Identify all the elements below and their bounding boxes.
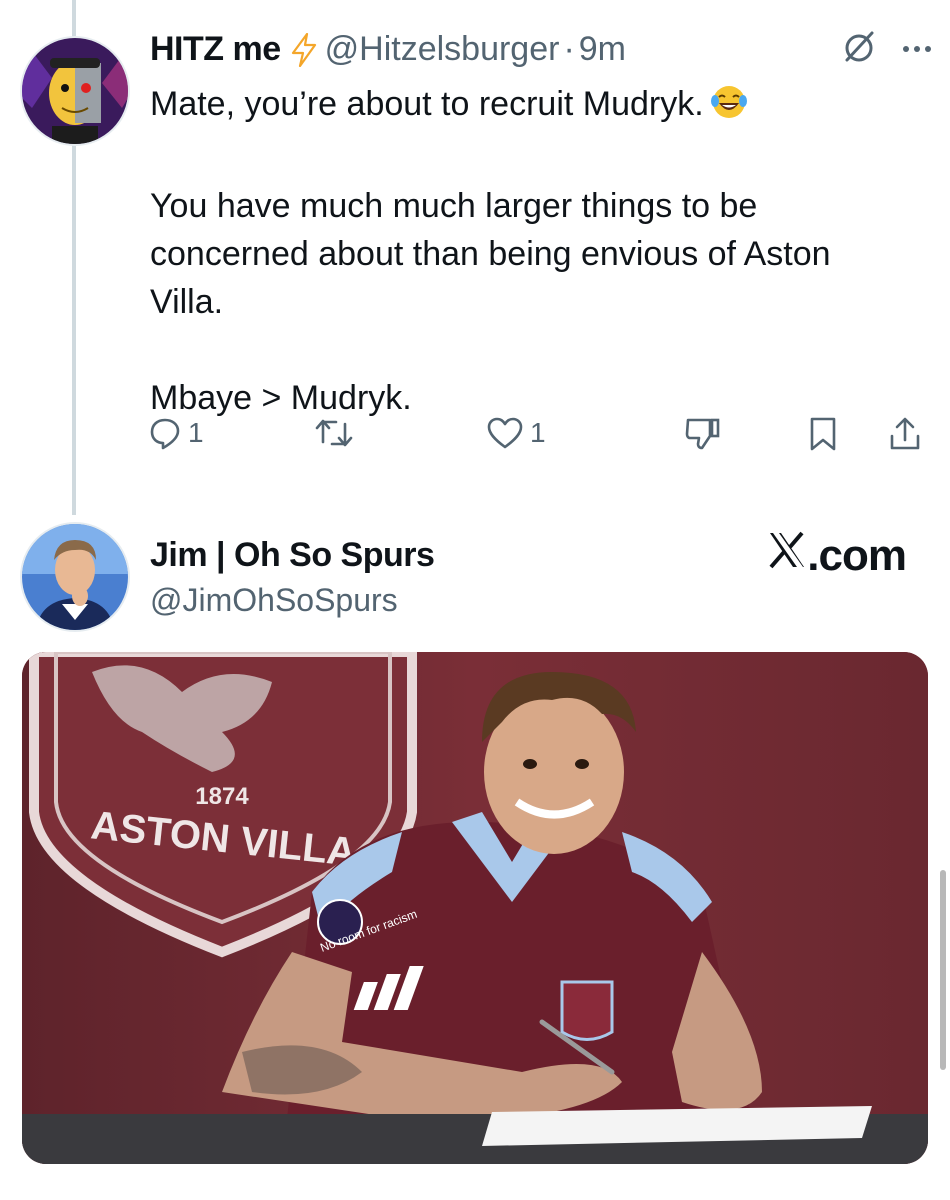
tweet-photo[interactable]: 1874 ASTON VILLA No room for racism — [22, 652, 928, 1164]
retweet-icon — [315, 419, 353, 447]
downvote-button[interactable] — [684, 416, 722, 452]
avatar[interactable] — [20, 36, 130, 146]
tweet-paragraph: Mbaye > Mudryk. — [150, 379, 412, 417]
bookmark-icon — [810, 417, 836, 451]
more-icon[interactable] — [902, 41, 932, 59]
retweet-button[interactable] — [314, 416, 354, 450]
source-label: .com — [767, 530, 907, 581]
avatar-image — [22, 38, 128, 144]
handle[interactable]: @Hitzelsburger — [325, 30, 560, 69]
reply-button[interactable]: 1 — [148, 416, 204, 450]
tweet-actions: 1 1 — [148, 416, 928, 466]
bookmark-button[interactable] — [808, 416, 838, 452]
laughing-tears-emoji — [710, 83, 748, 134]
player-signing-image: 1874 ASTON VILLA No room for racism — [22, 652, 928, 1164]
quoted-display-name[interactable]: Jim | Oh So Spurs — [150, 536, 435, 575]
avatar-image — [22, 524, 128, 630]
tweet-header: HITZ me @Hitzelsburger · 9m — [150, 30, 626, 69]
like-count: 1 — [530, 417, 546, 448]
tweet-text: Mate, you’re about to recruit Mudryk. Yo… — [150, 80, 910, 422]
separator: · — [563, 30, 575, 68]
timestamp[interactable]: 9m — [579, 30, 626, 69]
tweet-paragraph: Mate, you’re about to recruit Mudryk. — [150, 80, 910, 134]
reply-icon — [150, 418, 180, 450]
avatar[interactable] — [20, 522, 130, 632]
x-logo — [767, 530, 807, 581]
source-domain: .com — [807, 530, 907, 580]
display-name[interactable]: HITZ me — [150, 30, 281, 69]
crest-year: 1874 — [195, 783, 249, 810]
grok-icon[interactable] — [842, 30, 876, 69]
like-icon — [487, 417, 523, 449]
tweet-paragraph: You have much much larger things to be c… — [150, 187, 831, 321]
like-button[interactable]: 1 — [486, 416, 546, 450]
downvote-icon — [685, 418, 720, 450]
quoted-handle[interactable]: @JimOhSoSpurs — [150, 582, 398, 619]
share-icon — [890, 417, 920, 450]
reply-count: 1 — [188, 417, 204, 448]
scrollbar[interactable] — [940, 870, 946, 1070]
tweet-top-icons — [842, 30, 932, 69]
share-button[interactable] — [888, 416, 922, 452]
bolt-icon — [291, 32, 317, 67]
